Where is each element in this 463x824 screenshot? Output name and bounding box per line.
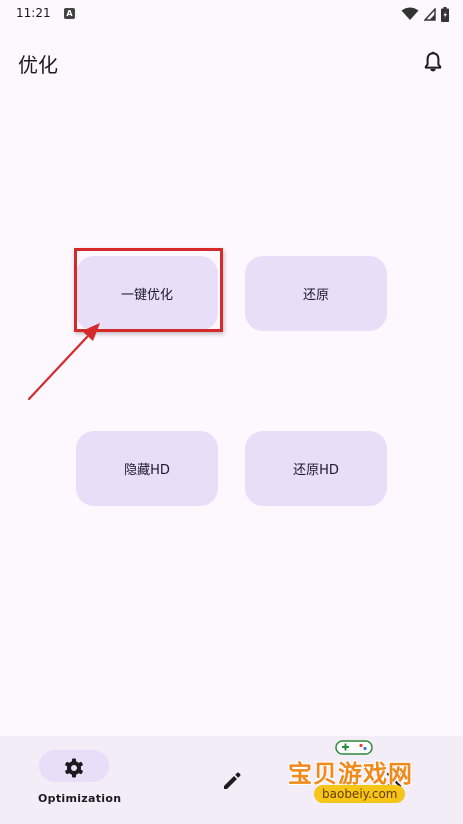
nav-label-optimization: Optimization bbox=[38, 792, 122, 805]
status-icons bbox=[401, 5, 449, 23]
restore-hd-button-label: 还原HD bbox=[293, 463, 339, 478]
hide-hd-button-label: 隐藏HD bbox=[124, 463, 170, 478]
restore-hd-button[interactable]: 还原HD bbox=[245, 431, 387, 506]
annotation-arrow bbox=[27, 323, 100, 401]
cell-signal-icon bbox=[424, 7, 436, 21]
optimize-button-label: 一键优化 bbox=[120, 288, 173, 303]
app-bar: 优化 bbox=[0, 40, 463, 84]
hide-hd-button[interactable]: 隐藏HD bbox=[76, 431, 218, 506]
bottom-nav: Optimization bbox=[0, 736, 463, 824]
restore-button-label: 还原 bbox=[302, 288, 329, 303]
bell-icon bbox=[424, 51, 442, 72]
notification-a-icon: A bbox=[64, 8, 75, 19]
wifi-icon bbox=[401, 7, 419, 20]
pencil-icon bbox=[224, 772, 241, 789]
nav-item-optimization[interactable]: Optimization bbox=[0, 736, 121, 824]
notification-button[interactable] bbox=[421, 50, 445, 74]
status-time: 11:21 bbox=[16, 6, 51, 20]
restore-button[interactable]: 还原 bbox=[245, 256, 387, 331]
status-bar: 11:21 A bbox=[0, 0, 463, 28]
close-icon bbox=[386, 772, 402, 788]
optimize-button[interactable]: 一键优化 bbox=[76, 256, 218, 331]
page-title: 优化 bbox=[18, 53, 58, 77]
nav-item-edit[interactable] bbox=[178, 736, 288, 824]
gear-icon bbox=[65, 758, 83, 778]
battery-icon bbox=[441, 6, 449, 22]
nav-item-close[interactable] bbox=[340, 736, 450, 824]
